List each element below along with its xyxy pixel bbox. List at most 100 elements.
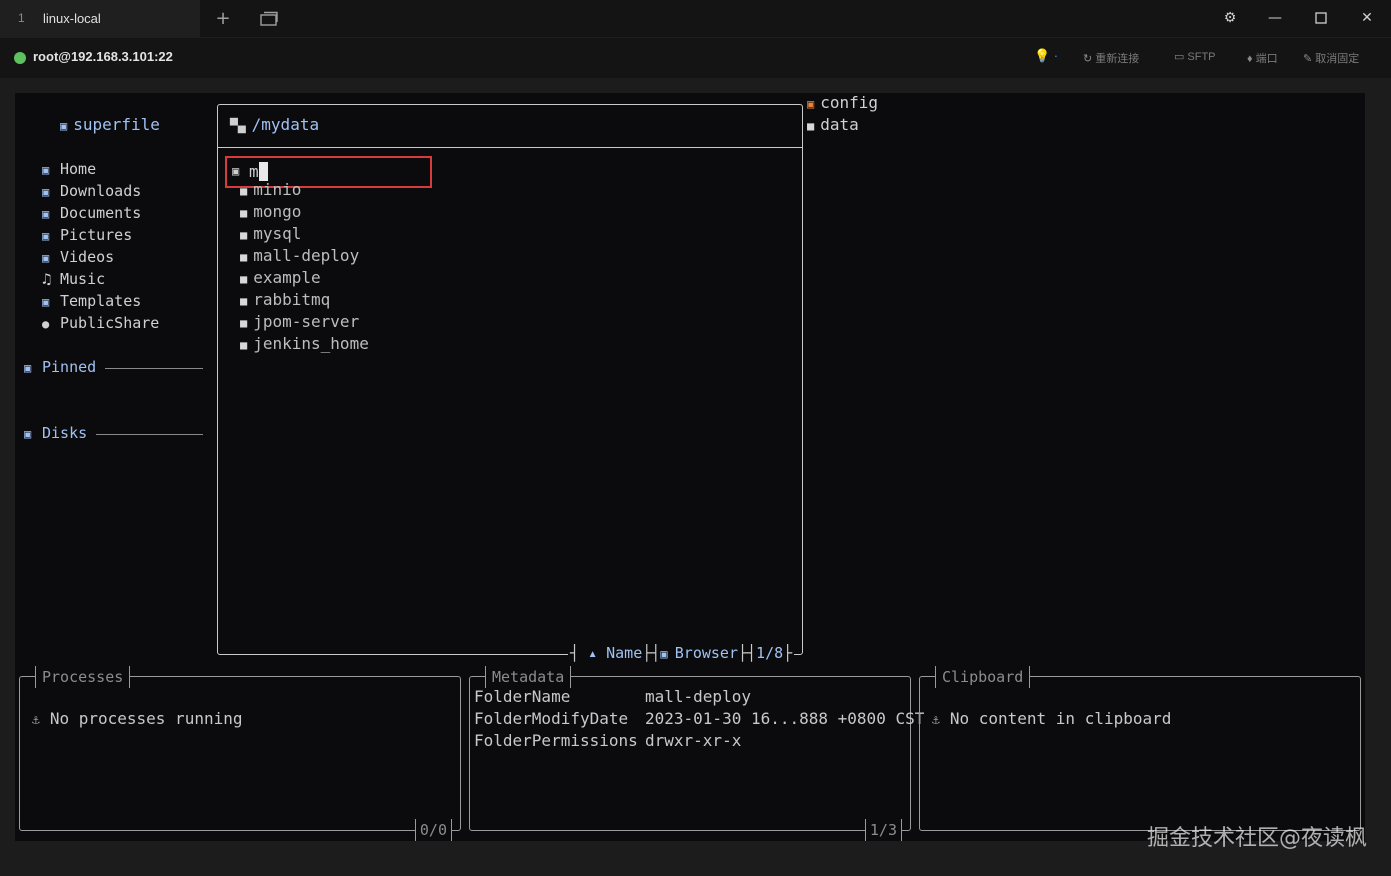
- home-icon: ▣: [42, 163, 50, 177]
- hint-lightbulb-icon[interactable]: 💡 ·: [1034, 48, 1058, 64]
- sidebar-item-label: PublicShare: [60, 314, 160, 332]
- tab-number: 1: [18, 11, 25, 25]
- tab-title: linux-local: [43, 11, 101, 26]
- preview-item-data: ■ data: [807, 115, 859, 134]
- sidebar-item-downloads[interactable]: ▣ Downloads: [42, 182, 141, 200]
- folder-icon: ■: [240, 272, 248, 286]
- processes-title: Processes: [35, 666, 131, 688]
- folder-icon: ■: [240, 250, 248, 264]
- text-cursor: [258, 162, 268, 181]
- reconnect-button[interactable]: ↻ 重新连接: [1083, 50, 1139, 66]
- sidebar-item-label: Documents: [60, 204, 142, 222]
- connection-bar: root@192.168.3.101:22 💡 · ↻ 重新连接 ▭ SFTP ♦ 端…: [0, 38, 1391, 78]
- metadata-value: drwxr-xr-x: [645, 731, 742, 750]
- folder-icon: ■: [240, 228, 248, 242]
- terminal-viewport[interactable]: ▣ superfile ▣ Home ▣ Downloads ▣ Documents ▣…: [15, 93, 1365, 841]
- plus-icon[interactable]: +: [212, 8, 234, 30]
- folder-icon: ■: [240, 338, 248, 352]
- connection-status-dot: [14, 52, 26, 64]
- sidebar-item-label: Home: [60, 160, 97, 178]
- sort-label[interactable]: Name: [606, 644, 642, 662]
- disks-divider: [96, 434, 203, 435]
- folder-icon: ▭: [1174, 51, 1185, 63]
- port-label: 端口: [1255, 53, 1278, 65]
- sidebar-item-pictures[interactable]: ▣ Pictures: [42, 226, 132, 244]
- close-icon[interactable]: ✕: [1355, 6, 1379, 30]
- preview-item-config: ▣ config: [807, 93, 878, 112]
- file-item-label: jenkins_home: [253, 334, 369, 353]
- watermark-text: 掘金技术社区@夜读枫: [1146, 826, 1367, 851]
- template-icon: ▣: [42, 295, 50, 309]
- panel-divider: [218, 147, 802, 148]
- title-bar: 1 linux-local + ⚙ — ✕: [0, 0, 1391, 38]
- metadata-panel[interactable]: Metadata FolderName mall-deploy FolderMo…: [469, 666, 924, 841]
- music-icon: ♫: [42, 270, 52, 288]
- file-item-label: mysql: [253, 224, 302, 243]
- processes-message: ⚓ No processes running: [32, 709, 242, 728]
- sidebar-title: ▣ superfile: [60, 115, 160, 134]
- file-item-label: example: [253, 268, 321, 287]
- panel-status-footer: ┤ ▴ Name├┤▣ Browser├┤1/8├: [568, 644, 795, 666]
- disks-section-header: ▣ Disks: [24, 424, 87, 442]
- file-item-rabbitmq[interactable]: ■ rabbitmq: [240, 290, 330, 309]
- pin-icon: ✎: [1303, 53, 1313, 65]
- connection-label: root@192.168.3.101:22: [33, 49, 173, 64]
- file-item-mongo[interactable]: ■ mongo: [240, 202, 301, 221]
- anchor-icon: ⚓: [932, 713, 940, 728]
- browser-mode-icon: ▣: [660, 647, 675, 661]
- file-item-example[interactable]: ■ example: [240, 268, 321, 287]
- window-stack-icon[interactable]: [258, 8, 280, 30]
- sidebar-item-videos[interactable]: ▣ Videos: [42, 248, 114, 266]
- sidebar-item-templates[interactable]: ▣ Templates: [42, 292, 141, 310]
- port-button[interactable]: ♦ 端口: [1247, 50, 1278, 66]
- preview-item-label: data: [820, 115, 859, 134]
- download-icon: ▣: [42, 185, 50, 199]
- sidebar-title-label: superfile: [73, 115, 160, 134]
- cursor-position: 1/8: [756, 644, 784, 662]
- sidebar-item-publicshare[interactable]: ● PublicShare: [42, 314, 159, 332]
- processes-panel[interactable]: Processes ⚓ No processes running 0/0: [19, 666, 461, 841]
- metadata-key: FolderModifyDate: [474, 709, 629, 728]
- file-item-jenkins-home[interactable]: ■ jenkins_home: [240, 334, 369, 353]
- file-item-label: rabbitmq: [253, 290, 331, 309]
- processes-message-text: No processes running: [49, 709, 243, 728]
- file-item-minio[interactable]: ■ minio: [240, 180, 301, 199]
- maximize-icon[interactable]: [1309, 6, 1333, 30]
- clipboard-title: Clipboard: [935, 666, 1031, 688]
- folder-icon: ■: [240, 184, 248, 198]
- sidebar-item-home[interactable]: ▣ Home: [42, 160, 96, 178]
- search-icon: ▣: [232, 164, 240, 178]
- file-item-label: jpom-server: [253, 312, 360, 331]
- sidebar-item-music[interactable]: ♫ Music: [42, 270, 105, 288]
- search-text: m: [249, 162, 259, 181]
- file-item-label: mall-deploy: [253, 246, 360, 265]
- file-item-label: minio: [253, 180, 302, 199]
- session-tab[interactable]: 1 linux-local: [0, 0, 200, 38]
- pinned-divider: [105, 368, 203, 369]
- pin-icon: ▣: [24, 361, 32, 375]
- file-item-mysql[interactable]: ■ mysql: [240, 224, 301, 243]
- metadata-key: FolderPermissions: [474, 731, 638, 750]
- clipboard-message: ⚓ No content in clipboard: [932, 709, 1171, 728]
- file-item-mall-deploy[interactable]: ■ mall-deploy: [240, 246, 359, 265]
- sidebar-item-label: Templates: [60, 292, 142, 310]
- metadata-key: FolderName: [474, 687, 571, 706]
- shield-icon: ♦: [1247, 53, 1253, 65]
- reconnect-label: 重新连接: [1095, 53, 1140, 65]
- picture-icon: ▣: [42, 229, 50, 243]
- sidebar-item-documents[interactable]: ▣ Documents: [42, 204, 141, 222]
- clipboard-panel[interactable]: Clipboard ⚓ No content in clipboard: [919, 666, 1361, 831]
- sftp-button[interactable]: ▭ SFTP: [1174, 50, 1216, 63]
- file-item-jpom-server[interactable]: ■ jpom-server: [240, 312, 359, 331]
- preview-item-label: config: [820, 93, 879, 112]
- gear-icon[interactable]: ⚙: [1218, 6, 1242, 30]
- minimize-icon[interactable]: —: [1263, 6, 1287, 30]
- unpin-button[interactable]: ✎ 取消固定: [1303, 50, 1359, 66]
- folder-icon: ■: [240, 206, 248, 220]
- mode-label: Browser: [674, 644, 738, 662]
- file-panel[interactable]: ▀▄ /mydata ▣ m ■ minio ■ mongo ■ mysql ■ mall…: [217, 104, 803, 666]
- processes-count: 0/0: [414, 819, 452, 841]
- folder-icon: ■: [240, 316, 248, 330]
- current-path: ▀▄ /mydata: [230, 115, 319, 134]
- app-logo-icon: ▣: [60, 119, 68, 133]
